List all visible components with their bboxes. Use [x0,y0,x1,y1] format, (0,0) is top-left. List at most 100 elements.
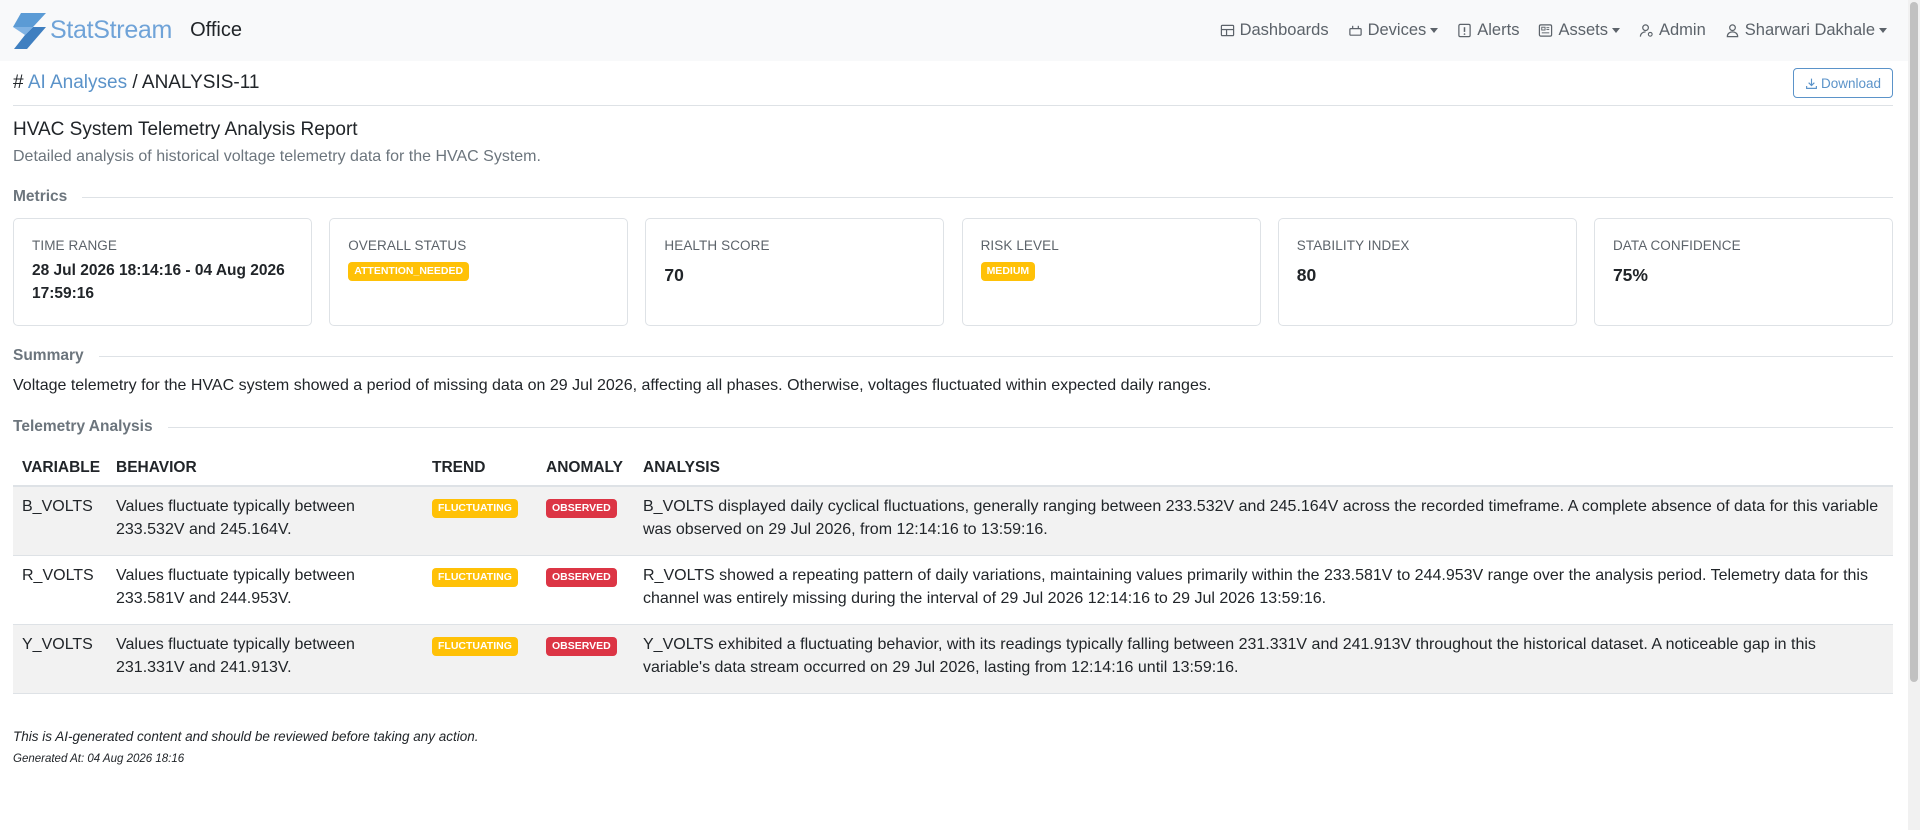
breadcrumb-prefix: # [13,72,24,93]
download-button[interactable]: Download [1793,68,1893,98]
nav-item-label: Dashboards [1239,21,1329,39]
report-title: HVAC System Telemetry Analysis Report [13,119,358,140]
section-divider [98,355,1893,357]
assets-icon [1539,24,1553,37]
column-header-variable: VARIABLE [13,451,107,487]
breadcrumb-separator: / [132,72,138,93]
app-name: Office [190,19,242,41]
metric-card-health-score: HEALTH SCORE 70 [645,218,945,326]
metric-cards: TIME RANGE 28 Jul 2026 18:14:16 - 04 Aug… [13,218,1893,326]
table-row: Y_VOLTS Values fluctuate typically betwe… [13,624,1893,694]
metric-card-overall-status: OVERALL STATUS ATTENTION_NEEDED [329,218,629,326]
metrics-section-heading: Metrics [13,187,1893,207]
dashboard-icon [1220,24,1234,37]
metric-card-data-confidence: DATA CONFIDENCE 75% [1593,218,1893,326]
caret-down-icon [1430,28,1439,33]
metric-value: 70 [664,265,684,285]
cell-trend: FLUCTUATING [423,624,537,694]
cell-analysis: B_VOLTS displayed daily cyclical fluctua… [634,486,1893,556]
breadcrumb-link-ai-analyses[interactable]: AI Analyses [28,72,127,93]
cell-variable: B_VOLTS [13,486,107,556]
section-title: Metrics [13,188,68,205]
report-subtitle: Detailed analysis of historical voltage … [13,148,541,165]
column-header-trend: TREND [423,451,537,487]
download-label: Download [1820,75,1882,91]
cell-analysis: Y_VOLTS exhibited a fluctuating behavior… [634,624,1893,694]
metric-value: 80 [1296,265,1317,285]
metric-label: OVERALL STATUS [348,238,467,253]
trend-badge: FLUCTUATING [432,499,518,518]
top-navbar: StatStream Office Dashboards Devices Ale… [0,0,1908,61]
column-header-analysis: ANALYSIS [634,451,1893,487]
nav-item-label: Assets [1558,21,1608,39]
column-header-behavior: BEHAVIOR [107,451,423,487]
nav-item-label: Devices [1367,21,1427,39]
cell-behavior: Values fluctuate typically between 233.5… [107,555,423,625]
metric-label: HEALTH SCORE [664,238,770,253]
risk-badge: MEDIUM [980,262,1036,281]
alert-icon [1458,23,1471,38]
section-title: Telemetry Analysis [13,418,153,435]
cell-trend: FLUCTUATING [423,555,537,625]
download-icon [1806,78,1817,89]
anomaly-badge: OBSERVED [546,636,617,656]
telemetry-table: VARIABLE BEHAVIOR TREND ANOMALY ANALYSIS… [13,451,1893,694]
metric-label: TIME RANGE [32,238,118,253]
cell-anomaly: OBSERVED [537,555,634,625]
cell-anomaly: OBSERVED [537,486,634,556]
brand[interactable]: StatStream Office [13,12,242,49]
section-divider [167,426,1893,428]
breadcrumb: # AI Analyses / ANALYSIS-11 [13,72,259,94]
page-header: # AI Analyses / ANALYSIS-11 Download [13,62,1893,106]
anomaly-badge: OBSERVED [546,499,617,518]
cell-variable: Y_VOLTS [13,624,107,694]
column-header-anomaly: ANOMALY [537,451,634,487]
metric-card-risk-level: RISK LEVEL MEDIUM [961,218,1261,326]
devices-icon [1348,25,1362,36]
summary-section-heading: Summary [13,346,1893,366]
summary-text: Voltage telemetry for the HVAC system sh… [13,377,1212,394]
caret-down-icon [1611,28,1620,33]
metric-value: 28 Jul 2026 18:14:16 - 04 Aug 2026 17:59… [32,262,285,302]
telemetry-section-heading: Telemetry Analysis [13,417,1893,437]
brand-name: StatStream [50,16,173,44]
metric-label: STABILITY INDEX [1296,238,1410,253]
scrollbar-thumb[interactable] [1910,2,1918,682]
cell-anomaly: OBSERVED [537,624,634,694]
nav-item-admin[interactable]: Admin [1639,21,1706,40]
nav-item-label: Admin [1658,21,1706,39]
section-title: Summary [13,347,84,364]
nav-item-label: Alerts [1477,21,1520,39]
table-header-row: VARIABLE BEHAVIOR TREND ANOMALY ANALYSIS [13,451,1893,487]
statstream-logo-icon [13,12,46,49]
trend-badge: FLUCTUATING [432,636,518,656]
cell-trend: FLUCTUATING [423,486,537,556]
cell-variable: R_VOLTS [13,555,107,625]
metric-label: RISK LEVEL [980,238,1059,253]
status-badge: ATTENTION_NEEDED [348,262,470,281]
nav-item-label: Sharwari Dakhale [1744,21,1875,39]
caret-down-icon [1879,28,1887,33]
admin-icon [1639,24,1653,37]
metric-label: DATA CONFIDENCE [1612,238,1741,253]
nav-item-user-menu[interactable]: Sharwari Dakhale [1725,21,1887,40]
breadcrumb-current: ANALYSIS-11 [141,72,260,93]
nav-item-alerts[interactable]: Alerts [1457,21,1519,40]
nav-item-devices[interactable]: Devices [1348,21,1439,40]
generated-at: Generated At: 04 Aug 2026 18:16 [13,753,185,765]
user-icon [1726,24,1739,38]
cell-analysis: R_VOLTS showed a repeating pattern of da… [634,555,1893,625]
nav-menu: Dashboards Devices Alerts Assets Admin S… [1201,0,1887,61]
anomaly-badge: OBSERVED [546,567,617,587]
trend-badge: FLUCTUATING [432,567,518,587]
metric-card-time-range: TIME RANGE 28 Jul 2026 18:14:16 - 04 Aug… [13,218,312,326]
cell-behavior: Values fluctuate typically between 231.3… [107,624,423,694]
ai-disclaimer: This is AI-generated content and should … [13,729,479,744]
metric-card-stability-index: STABILITY INDEX 80 [1277,218,1577,326]
nav-item-assets[interactable]: Assets [1538,21,1620,40]
cell-behavior: Values fluctuate typically between 233.5… [107,486,423,556]
section-divider [82,196,1893,198]
table-row: R_VOLTS Values fluctuate typically betwe… [13,555,1893,625]
nav-item-dashboards[interactable]: Dashboards [1220,21,1329,40]
vertical-scrollbar[interactable] [1908,0,1920,830]
